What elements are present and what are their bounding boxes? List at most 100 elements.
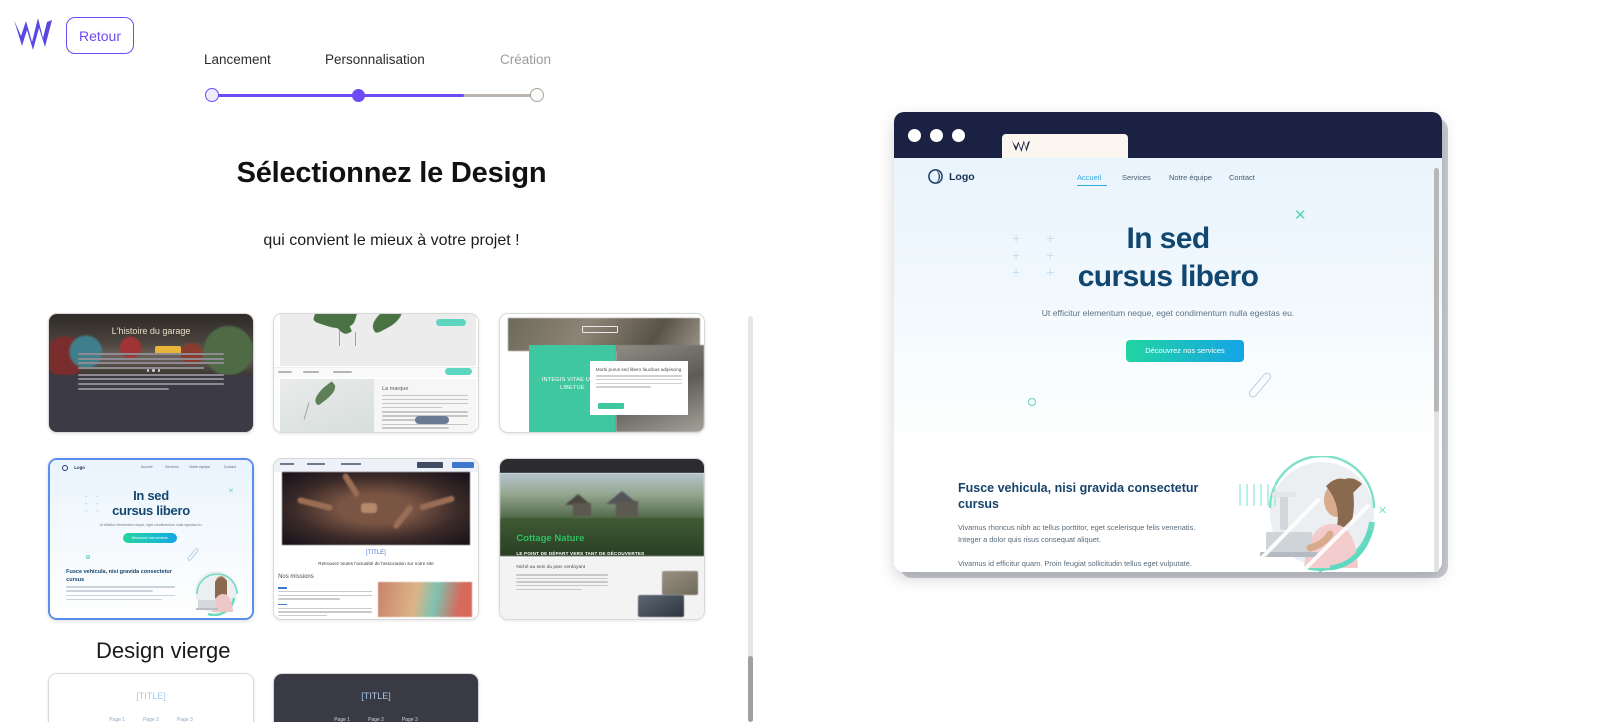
blank-section-label: Design vierge	[96, 638, 231, 663]
blank-dark-page-2: Page 2	[368, 717, 384, 722]
preview-hero-subtitle: Ut efficitur elementum neque, eget condi…	[1041, 308, 1295, 318]
in-sed-nav-services: Services	[165, 465, 179, 470]
preview-circle-decor	[1028, 398, 1036, 406]
browser-dot-minimize	[930, 129, 943, 142]
stepper-label-lancement: Lancement	[204, 52, 271, 67]
stepper-node-personnalisation[interactable]	[352, 89, 365, 102]
template-card-cottage[interactable]: [TITLE] Le gite La région Les activités …	[499, 458, 705, 620]
back-button[interactable]: Retour	[66, 17, 134, 54]
template-card-association[interactable]: [TITLE] Retrouvez toutes l'actualité de …	[273, 458, 479, 620]
in-sed-hero-heading: In sed cursus libero	[50, 488, 252, 518]
integis-card-button	[597, 402, 624, 409]
preview-site: Logo Accueil Services Notre équipe Conta…	[894, 158, 1442, 572]
in-sed-logo-icon	[62, 464, 69, 471]
marque-thumbnail: La marque	[274, 314, 478, 432]
preview-logo-text: Logo	[949, 171, 975, 183]
template-card-marque[interactable]: La marque	[273, 313, 479, 433]
blank-dark-page-1: Page 1	[334, 717, 351, 722]
cottage-nav	[500, 459, 704, 473]
stepper-track	[200, 88, 552, 102]
preview-nav-active-underline	[1077, 185, 1107, 187]
blank-light-page-2: Page 2	[143, 717, 159, 722]
integis-hero-button	[581, 325, 618, 333]
integis-card: Morbi purus sed libero faucibus adipisci…	[589, 361, 688, 416]
in-sed-hero-line1: In sed	[133, 488, 169, 504]
preview-hero-heading: In sed cursus libero	[894, 220, 1442, 296]
blank-dark-nav: Page 1 Page 2 Page 3	[274, 717, 478, 722]
association-heading: [TITLE]	[366, 550, 386, 557]
in-sed-nav: Logo Accueil Services Notre équipe Conta…	[50, 460, 252, 477]
stepper-track-progress	[212, 94, 464, 97]
design-selection-page: Retour Lancement Personnalisation Créati…	[0, 0, 1600, 722]
back-button-label: Retour	[78, 27, 122, 44]
marque-heading: La marque	[382, 385, 409, 392]
in-sed-hero-subtitle: Ut efficitur elementum neque, eget condi…	[99, 523, 203, 528]
template-card-blank-light[interactable]: [TITLE] Page 1 Page 2 Page 3	[48, 673, 254, 722]
page-subtitle: qui convient le mieux à votre projet !	[263, 232, 520, 249]
blank-light-page-3: Page 3	[176, 717, 193, 722]
blank-dark-thumbnail: [TITLE] Page 1 Page 2 Page 3	[274, 674, 478, 722]
stepper-label-creation: Création	[500, 52, 552, 67]
marque-hero-cta	[435, 318, 466, 326]
template-card-in-sed[interactable]: Logo Accueil Services Notre équipe Conta…	[48, 458, 254, 620]
wizi-w-logo-icon[interactable]	[12, 16, 54, 54]
preview-section-paragraph-1: Vivamus rhoncus nibh ac tellus porttitor…	[958, 523, 1196, 544]
browser-dot-maximize	[952, 129, 965, 142]
marque-learn-more-button	[415, 415, 450, 424]
in-sed-hero-cta: Découvrez nos services	[122, 532, 177, 543]
cottage-thumbnail: [TITLE] Le gite La région Les activités …	[500, 459, 704, 619]
integis-thumbnail: INTEGIS VITAE UNON LIBETUE Morbi purus s…	[500, 314, 704, 432]
template-gallery-scroll[interactable]: L'histoire du garage La marque INTEGIS V…	[0, 305, 760, 722]
blank-light-thumbnail: [TITLE] Page 1 Page 2 Page 3	[49, 674, 253, 722]
stepper-label-personnalisation: Personnalisation	[325, 52, 425, 67]
garage-paragraph	[77, 352, 225, 392]
progress-stepper: Lancement Personnalisation Création	[200, 52, 560, 108]
in-sed-section-heading: Fusce vehicula, nisi gravida consectetur…	[66, 569, 172, 583]
blank-light-title: [TITLE]	[136, 691, 166, 702]
template-card-integis[interactable]: INTEGIS VITAE UNON LIBETUE Morbi purus s…	[499, 313, 705, 433]
preview-nav-notre-equipe[interactable]: Notre équipe	[1169, 173, 1212, 182]
template-card-garage[interactable]: L'histoire du garage	[48, 313, 254, 433]
in-sed-nav-contact: Contact	[223, 465, 237, 470]
cottage-thumb-2	[637, 595, 684, 618]
blank-light-nav: Page 1 Page 2 Page 3	[49, 717, 253, 722]
association-paragraph	[278, 587, 372, 618]
blank-light-page-1: Page 1	[109, 717, 126, 722]
preview-hero-cta-label: Découvrez nos services	[1145, 346, 1225, 355]
woman-working-laptop-illustration: ✕ ✕	[1222, 454, 1402, 572]
template-card-blank-dark[interactable]: [TITLE] Page 1 Page 2 Page 3	[273, 673, 479, 722]
association-nav	[274, 459, 478, 472]
preview-site-nav: Logo Accueil Services Notre équipe Conta…	[894, 158, 1442, 196]
gallery-scrollbar-thumb[interactable]	[748, 656, 753, 722]
in-sed-nav-equipe: Notre équipe	[189, 465, 210, 470]
stepper-labels: Lancement Personnalisation Création	[200, 52, 560, 72]
marque-body-text: La marque	[374, 379, 476, 432]
integis-card-heading: Morbi purus sed libero faucibus adipisci…	[595, 367, 682, 373]
cottage-section-heading: Niché au sein du parc verdoyant	[516, 564, 586, 570]
preview-nav-services[interactable]: Services	[1122, 173, 1151, 182]
association-thumbnail: [TITLE] Retrouvez toutes l'actualité de …	[274, 459, 478, 619]
in-sed-nav-accueil: Accueil	[140, 465, 153, 470]
in-sed-section-paragraph	[66, 586, 176, 602]
svg-text:✕: ✕	[1316, 567, 1325, 572]
cottage-thumb-1	[661, 571, 698, 595]
preview-section-heading: Fusce vehicula, nisi gravida consectetur…	[958, 481, 1199, 511]
stepper-node-lancement[interactable]	[205, 88, 219, 102]
in-sed-hero: Logo Accueil Services Notre équipe Conta…	[50, 460, 252, 618]
garage-heading: L'histoire du garage	[111, 325, 191, 336]
preview-hero-cta-button[interactable]: Découvrez nos services	[1126, 340, 1244, 362]
preview-nav-accueil[interactable]: Accueil	[1077, 173, 1101, 182]
preview-scrollbar-thumb[interactable]	[1434, 168, 1439, 412]
preview-nav-contact[interactable]: Contact	[1229, 173, 1255, 182]
wizi-w-logo-icon-tab	[1011, 140, 1035, 153]
stepper-node-creation[interactable]	[530, 88, 544, 102]
association-hero-photo	[282, 471, 470, 546]
preview-section-paragraph-2: Vivamus id efficitur quam. Proin feugiat…	[958, 559, 1192, 572]
association-secondary-photo	[378, 582, 472, 618]
marque-body-photo	[280, 378, 375, 432]
association-section-heading: Nos missions	[278, 574, 314, 581]
in-sed-thumbnail: Logo Accueil Services Notre équipe Conta…	[50, 460, 252, 618]
preview-hero-line2: cursus libero	[1077, 260, 1259, 293]
in-sed-pen-decor	[187, 547, 200, 562]
cottage-paragraph	[516, 574, 609, 592]
